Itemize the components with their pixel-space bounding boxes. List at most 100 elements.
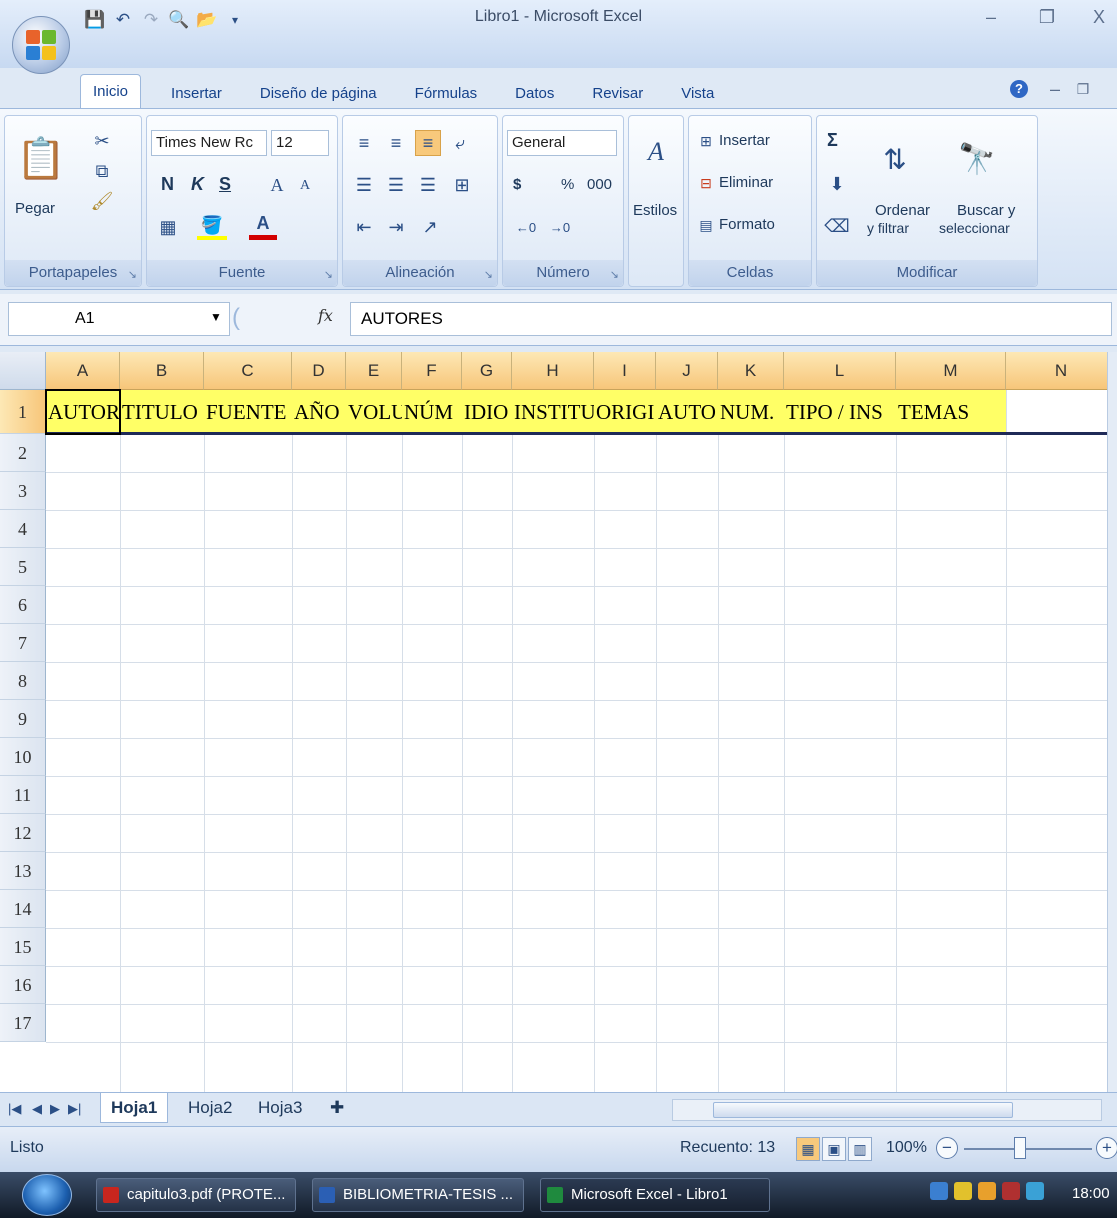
align-center-icon[interactable]: ☰ — [383, 172, 409, 198]
bold-button[interactable]: N — [161, 174, 174, 195]
grow-font-icon[interactable]: A — [263, 172, 291, 198]
row-header-12[interactable]: 12 — [0, 814, 46, 852]
fill-color-icon[interactable]: 🪣 — [197, 214, 227, 240]
increase-decimal-icon[interactable]: ←0 — [511, 214, 541, 240]
cell-i1[interactable]: ORIGI — [596, 390, 656, 434]
cell-d1[interactable]: AÑO — [294, 390, 346, 434]
row-header-2[interactable]: 2 — [0, 434, 46, 472]
column-header-i[interactable]: I — [594, 352, 656, 390]
sheet-tab-hoja3[interactable]: Hoja3 — [248, 1093, 312, 1123]
column-header-h[interactable]: H — [512, 352, 594, 390]
office-button[interactable] — [12, 16, 70, 74]
cell-e1[interactable]: VOLU — [348, 390, 402, 434]
cell-f1[interactable]: NÚM — [404, 390, 462, 434]
format-painter-icon[interactable]: 🖌 — [91, 190, 114, 212]
minimize-button[interactable]: – — [976, 4, 1006, 30]
styles-button[interactable]: Estilos — [633, 202, 677, 219]
row-header-1[interactable]: 1 — [0, 390, 46, 434]
column-header-d[interactable]: D — [292, 352, 346, 390]
normal-view-icon[interactable]: ▦ — [796, 1137, 820, 1161]
column-header-f[interactable]: F — [402, 352, 462, 390]
shrink-font-icon[interactable]: A — [293, 174, 317, 198]
dialog-launcher-icon[interactable]: ↘ — [128, 268, 137, 281]
formula-input[interactable]: AUTORES — [350, 302, 1112, 336]
align-middle-icon[interactable]: ≡ — [383, 130, 409, 156]
row-header-17[interactable]: 17 — [0, 1004, 46, 1042]
sheet-tab-hoja1[interactable]: Hoja1 — [100, 1093, 169, 1123]
dialog-launcher-icon[interactable]: ↘ — [610, 268, 619, 281]
format-cells-button[interactable]: Formato — [719, 216, 775, 233]
align-right-icon[interactable]: ☰ — [415, 172, 441, 198]
cell-c1[interactable]: FUENTE — [206, 390, 292, 434]
messenger-icon[interactable] — [954, 1182, 972, 1200]
row-header-16[interactable]: 16 — [0, 966, 46, 1004]
horizontal-scrollbar[interactable] — [672, 1099, 1102, 1121]
row-header-11[interactable]: 11 — [0, 776, 46, 814]
column-header-e[interactable]: E — [346, 352, 402, 390]
sort-filter-label[interactable]: Ordenar — [875, 202, 930, 219]
sort-filter-label-2[interactable]: y filtrar — [867, 220, 909, 236]
orientation-icon[interactable]: ↗ — [415, 214, 445, 240]
row-header-15[interactable]: 15 — [0, 928, 46, 966]
font-name-select[interactable]: Times New Rc — [151, 130, 267, 156]
decrease-decimal-icon[interactable]: →0 — [545, 214, 575, 240]
sheet-tab-hoja2[interactable]: Hoja2 — [178, 1093, 242, 1123]
taskbar-item-excel[interactable]: Microsoft Excel - Libro1 — [540, 1178, 770, 1212]
next-sheet-icon[interactable]: ▶ — [50, 1101, 60, 1117]
dialog-launcher-icon[interactable]: ↘ — [324, 268, 333, 281]
ribbon-restore-button[interactable]: ❐ — [1068, 76, 1098, 102]
cut-icon[interactable]: ✂ — [91, 130, 113, 152]
first-sheet-icon[interactable]: |◀ — [8, 1101, 21, 1117]
row-header-13[interactable]: 13 — [0, 852, 46, 890]
zoom-slider[interactable] — [964, 1148, 1092, 1150]
row-header-4[interactable]: 4 — [0, 510, 46, 548]
autosum-button[interactable]: Σ — [827, 130, 838, 151]
update-icon[interactable] — [1026, 1182, 1044, 1200]
column-header-j[interactable]: J — [656, 352, 718, 390]
row-header-7[interactable]: 7 — [0, 624, 46, 662]
fill-icon[interactable]: ⬇ — [825, 172, 849, 196]
paste-button[interactable]: Pegar — [15, 200, 55, 217]
font-size-select[interactable]: 12 — [271, 130, 329, 156]
tab-datos[interactable]: Datos — [507, 79, 562, 108]
worksheet-grid[interactable]: ABCDEFGHIJKLMN 1 2 3 4 5 6 7 8 9 10 11 12 13 14 15 16 17… — [0, 352, 1117, 1092]
tab-revisar[interactable]: Revisar — [584, 79, 651, 108]
close-button[interactable]: X — [1084, 4, 1114, 30]
sort-filter-icon[interactable]: ⇅ — [875, 126, 915, 192]
wrap-text-icon[interactable]: ⤶ — [447, 130, 473, 156]
restore-button[interactable]: ❐ — [1032, 4, 1062, 30]
cell-h1[interactable]: INSTITU — [514, 390, 594, 434]
cell-g1[interactable]: IDIO — [464, 390, 512, 434]
tab-formulas[interactable]: Fórmulas — [407, 79, 486, 108]
number-format-select[interactable]: General — [507, 130, 617, 156]
volume-icon[interactable] — [978, 1182, 996, 1200]
zoom-out-button[interactable]: − — [936, 1137, 958, 1159]
column-header-g[interactable]: G — [462, 352, 512, 390]
italic-button[interactable]: K — [191, 174, 204, 195]
font-color-icon[interactable]: A — [249, 212, 277, 240]
dialog-launcher-icon[interactable]: ↘ — [484, 268, 493, 281]
select-all-button[interactable] — [0, 352, 46, 390]
insert-function-button[interactable]: fx — [318, 306, 333, 325]
column-header-c[interactable]: C — [204, 352, 292, 390]
last-sheet-icon[interactable]: ▶| — [68, 1101, 81, 1117]
column-header-a[interactable]: A — [46, 352, 120, 390]
row-header-3[interactable]: 3 — [0, 472, 46, 510]
tab-inicio[interactable]: Inicio — [80, 74, 142, 108]
percent-button[interactable]: % — [561, 176, 574, 193]
column-header-m[interactable]: M — [896, 352, 1006, 390]
cell-k1[interactable]: NUM. — [720, 390, 784, 434]
tab-vista[interactable]: Vista — [673, 79, 722, 108]
find-select-icon[interactable]: 🔭 — [957, 126, 997, 192]
name-box[interactable]: A1 — [8, 302, 230, 336]
currency-button[interactable]: $ — [513, 176, 521, 193]
clear-icon[interactable]: ⌫ — [824, 214, 849, 238]
merge-center-icon[interactable]: ⊞ — [447, 172, 477, 198]
find-select-label-2[interactable]: seleccionar — [939, 220, 1010, 236]
column-header-k[interactable]: K — [718, 352, 784, 390]
active-cell-selection[interactable] — [45, 389, 121, 435]
row-header-8[interactable]: 8 — [0, 662, 46, 700]
row-header-6[interactable]: 6 — [0, 586, 46, 624]
prev-sheet-icon[interactable]: ◀ — [32, 1101, 42, 1117]
taskbar-item-pdf[interactable]: capitulo3.pdf (PROTE... — [96, 1178, 296, 1212]
